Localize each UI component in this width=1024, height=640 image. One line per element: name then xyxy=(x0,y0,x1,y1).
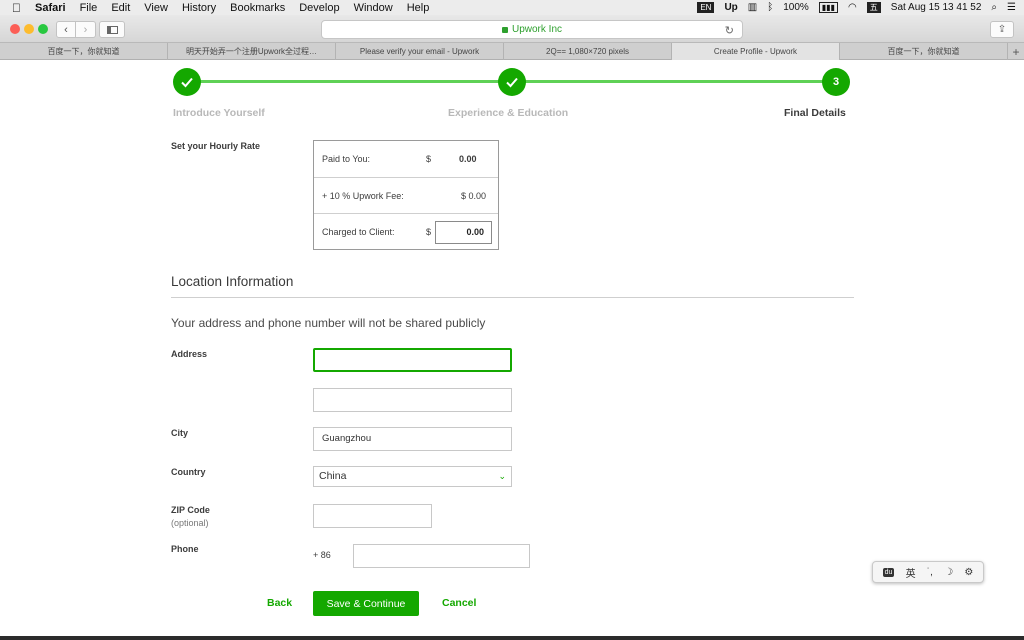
stepper-line-1 xyxy=(194,80,512,83)
charged-to-client-input[interactable]: 0.00 xyxy=(435,221,492,244)
back-button[interactable]: ‹ xyxy=(56,21,76,38)
menu-file[interactable]: File xyxy=(80,2,98,14)
step-3-number: 3 xyxy=(832,76,840,88)
paid-to-you-row: Paid to You: $ 0.00 xyxy=(314,141,498,177)
check-icon xyxy=(181,77,193,88)
battery-percent: 100% xyxy=(783,2,809,13)
sidebar-toggle-button[interactable] xyxy=(99,21,125,38)
zip-input[interactable] xyxy=(313,504,432,528)
equalizer-icon[interactable]: ▥ xyxy=(748,2,757,13)
ime-toolbar: du 英 ˙, ☽ ⚙ xyxy=(872,561,984,583)
lock-icon xyxy=(501,26,508,33)
step-1-label: Introduce Yourself xyxy=(173,107,265,119)
sidebar-icon xyxy=(106,25,118,34)
wifi-icon[interactable]: ◠ xyxy=(848,2,857,13)
upwork-fee-row: + 10 % Upwork Fee: $ 0.00 xyxy=(314,177,498,213)
location-section-title: Location Information xyxy=(171,274,294,289)
phone-label: Phone xyxy=(171,544,199,554)
tab-baidu-1[interactable]: 百度一下，你就知道 xyxy=(0,43,168,60)
close-window-button[interactable] xyxy=(10,24,20,34)
section-divider xyxy=(171,297,854,298)
ime-language-toggle[interactable]: 英 xyxy=(906,565,916,580)
charged-currency: $ xyxy=(426,227,432,237)
upwork-fee-value: $ 0.00 xyxy=(461,191,487,201)
paid-currency: $ xyxy=(426,154,432,164)
tab-image[interactable]: 2Q== 1,080×720 pixels xyxy=(504,43,672,60)
menu-view[interactable]: View xyxy=(144,2,168,14)
spotlight-icon[interactable]: ⌕ xyxy=(991,2,997,13)
address-bar-text: Upwork Inc xyxy=(511,24,562,35)
zip-optional-hint: (optional) xyxy=(171,518,209,528)
share-button[interactable]: ⇪ xyxy=(990,21,1014,38)
address-bar[interactable]: Upwork Inc ↻ xyxy=(321,20,743,39)
status-area: EN Up ▥ ᛒ 100% ▮▮▮ ◠ 五 Sat Aug 15 13 41 … xyxy=(697,0,1016,15)
mac-menubar:  Safari File Edit View History Bookmark… xyxy=(0,0,1024,15)
charged-to-client-row: Charged to Client: $ 0.00 xyxy=(314,213,498,249)
phone-input[interactable] xyxy=(353,544,530,568)
new-tab-button[interactable]: + xyxy=(1008,43,1024,60)
tab-create-profile[interactable]: Create Profile - Upwork xyxy=(672,43,840,60)
phone-country-code: + 86 xyxy=(313,550,331,560)
address-label: Address xyxy=(171,349,208,359)
upwork-tray-icon[interactable]: Up xyxy=(724,2,737,13)
menu-history[interactable]: History xyxy=(182,2,216,14)
menu-bookmarks[interactable]: Bookmarks xyxy=(230,2,285,14)
minimize-window-button[interactable] xyxy=(24,24,34,34)
paid-to-you-label: Paid to You: xyxy=(322,154,371,164)
battery-icon[interactable]: ▮▮▮ xyxy=(818,2,839,13)
browser-toolbar: ‹ › Upwork Inc ↻ ⇪ xyxy=(0,15,1024,43)
step-3-label: Final Details xyxy=(784,107,846,119)
paid-to-you-value: 0.00 xyxy=(459,154,477,164)
city-input[interactable]: Guangzhou xyxy=(313,427,512,451)
privacy-note: Your address and phone number will not b… xyxy=(171,316,486,330)
back-link[interactable]: Back xyxy=(267,597,292,609)
step-1-complete xyxy=(173,68,201,96)
country-select[interactable]: China ⌄ xyxy=(313,466,512,487)
step-2-label: Experience & Education xyxy=(448,107,569,119)
clock[interactable]: Sat Aug 15 13 41 52 xyxy=(891,2,982,13)
tab-baidu-2[interactable]: 百度一下，你就知道 xyxy=(840,43,1008,60)
tab-upwork-register-article[interactable]: 明天开始弄一个注册Upwork全过程… xyxy=(168,43,336,60)
stepper-line-2 xyxy=(512,80,835,83)
menu-help[interactable]: Help xyxy=(407,2,430,14)
hourly-rate-box: Paid to You: $ 0.00 + 10 % Upwork Fee: $… xyxy=(313,140,499,250)
step-3-current: 3 xyxy=(822,68,850,96)
bluetooth-icon[interactable]: ᛒ xyxy=(767,2,773,13)
gear-icon[interactable]: ⚙ xyxy=(964,567,973,578)
ime-punctuation-toggle[interactable]: ˙, xyxy=(927,567,933,578)
menu-edit[interactable]: Edit xyxy=(111,2,130,14)
check-icon xyxy=(506,77,518,88)
menu-safari[interactable]: Safari xyxy=(35,2,66,14)
upwork-fee-label: + 10 % Upwork Fee: xyxy=(322,191,404,201)
charged-to-client-label: Charged to Client: xyxy=(322,227,395,237)
zip-label: ZIP Code xyxy=(171,505,210,515)
notification-center-icon[interactable]: ☰ xyxy=(1007,2,1016,13)
input-source-icon[interactable]: EN xyxy=(697,2,715,13)
menu-develop[interactable]: Develop xyxy=(299,2,339,14)
window-bottom-edge xyxy=(0,636,1024,640)
country-label: Country xyxy=(171,467,206,477)
address-line-2-input[interactable] xyxy=(313,388,512,412)
fullscreen-window-button[interactable] xyxy=(38,24,48,34)
moon-icon[interactable]: ☽ xyxy=(944,567,953,578)
tab-verify-email[interactable]: Please verify your email - Upwork xyxy=(336,43,504,60)
tab-bar: 百度一下，你就知道 明天开始弄一个注册Upwork全过程… Please ver… xyxy=(0,43,1024,60)
city-label: City xyxy=(171,428,189,438)
reload-icon[interactable]: ↻ xyxy=(725,24,734,37)
cancel-link[interactable]: Cancel xyxy=(442,597,476,609)
wubi-input-icon[interactable]: 五 xyxy=(866,2,881,13)
hourly-rate-label: Set your Hourly Rate xyxy=(171,141,261,151)
menu-window[interactable]: Window xyxy=(354,2,393,14)
step-2-complete xyxy=(498,68,526,96)
baidu-ime-logo-icon[interactable]: du xyxy=(882,567,895,577)
save-continue-button[interactable]: Save & Continue xyxy=(313,591,419,616)
country-selected-value: China xyxy=(319,470,347,482)
address-line-1-input[interactable] xyxy=(313,348,512,372)
chevron-down-icon: ⌄ xyxy=(498,471,506,481)
forward-button[interactable]: › xyxy=(76,21,96,38)
apple-menu-icon[interactable]:  xyxy=(12,1,21,15)
